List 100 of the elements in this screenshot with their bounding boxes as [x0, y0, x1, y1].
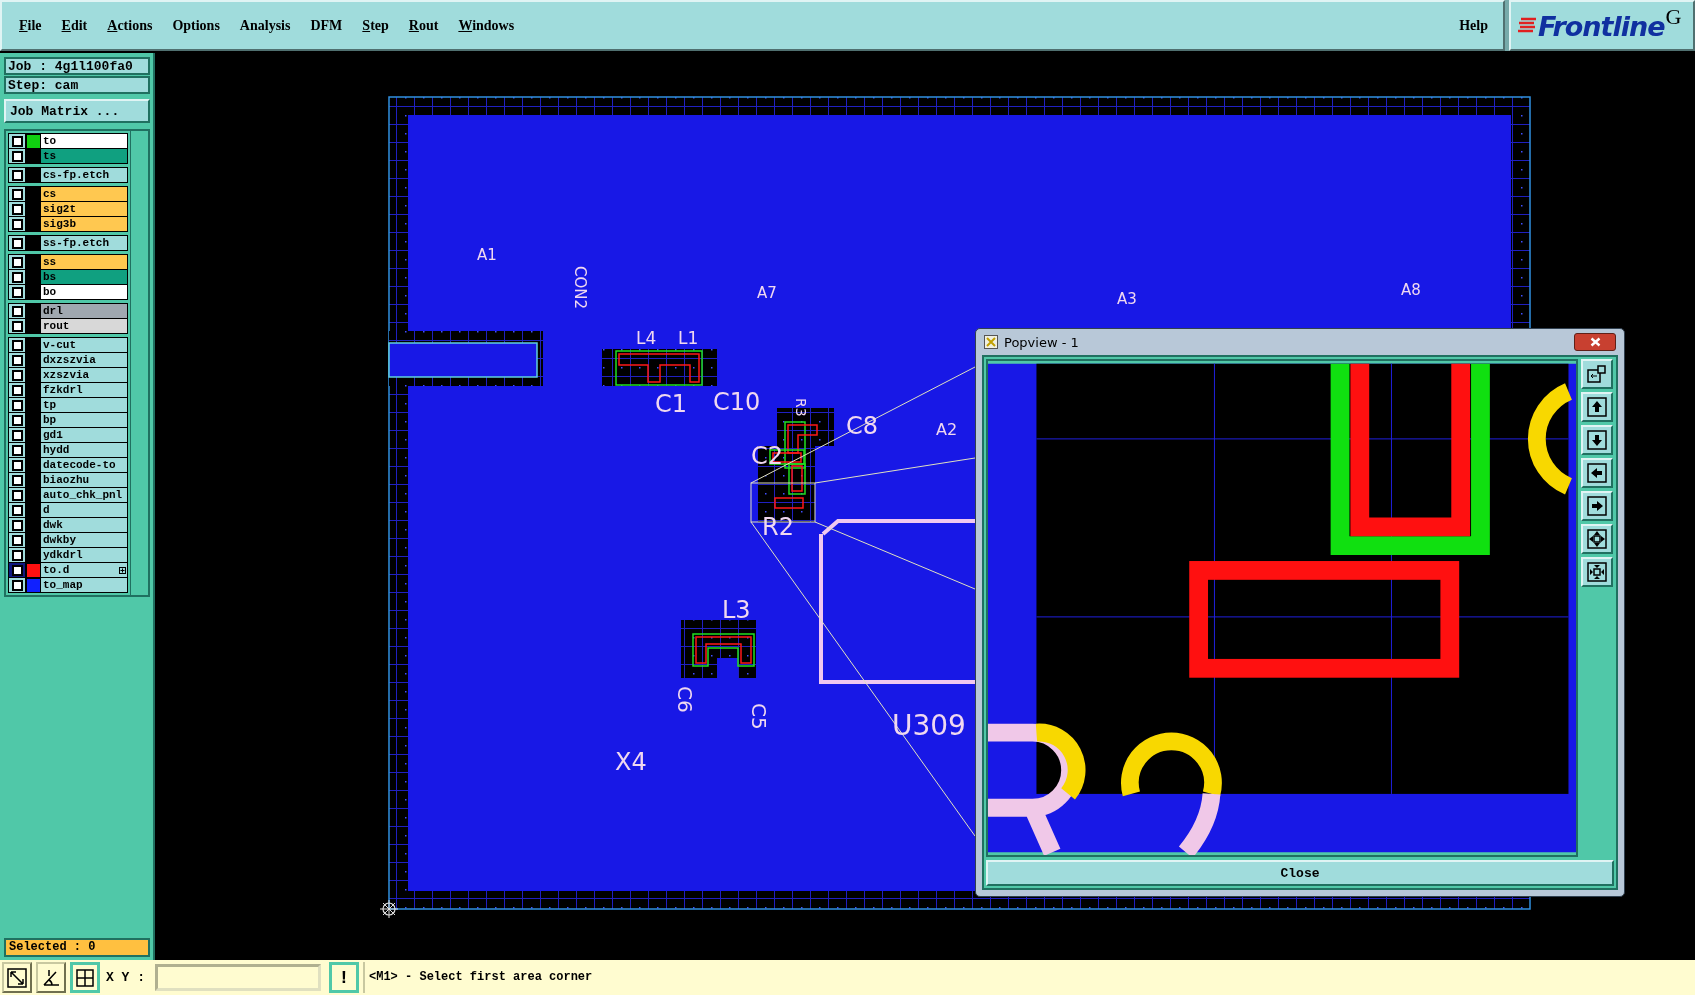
layer-name[interactable]: bp [41, 413, 127, 427]
job-matrix-button[interactable]: Job Matrix ... [4, 99, 150, 123]
window-title: Popview - 1 [1004, 334, 1079, 350]
layer-checkbox[interactable] [9, 304, 25, 318]
layer-checkbox[interactable] [9, 149, 25, 163]
layer-checkbox[interactable] [9, 488, 25, 502]
coordinate-field[interactable] [155, 964, 321, 991]
layer-checkbox[interactable] [9, 383, 25, 397]
menu-item[interactable]: Analysis [230, 17, 300, 34]
layer-name[interactable]: to [41, 134, 127, 148]
layer-checkbox[interactable] [9, 353, 25, 367]
layer-name[interactable]: sig3b [41, 217, 127, 231]
layer-name[interactable]: to_map [41, 578, 127, 592]
menu-item[interactable]: Options [163, 17, 229, 34]
logo-text: Frontline [1538, 12, 1665, 42]
close-button[interactable]: Close [986, 860, 1614, 886]
layer-checkbox[interactable] [9, 202, 25, 216]
layer-name[interactable]: to.d [41, 563, 127, 577]
pan-up-button[interactable] [1581, 392, 1614, 422]
layer-name[interactable]: xzszvia [41, 368, 127, 382]
silkscreen-label: X4 [615, 748, 647, 776]
menu-item[interactable]: DFM [301, 17, 352, 34]
menu-item[interactable]: File [10, 17, 51, 34]
silkscreen-label: A2 [936, 420, 958, 439]
logo-suffix: G [1665, 4, 1682, 30]
layer-checkbox[interactable] [9, 563, 25, 577]
layer-name[interactable]: fzkdrl [41, 383, 127, 397]
layer-name[interactable]: bs [41, 270, 127, 284]
layer-name[interactable]: cs-fp.etch [41, 168, 127, 182]
silkscreen-label: R3 [793, 398, 809, 417]
arrow-up-icon [1587, 397, 1608, 417]
layer-name[interactable]: ydkdrl [41, 548, 127, 562]
layer-name[interactable]: dwkby [41, 533, 127, 547]
layer-checkbox[interactable] [9, 319, 25, 333]
menu-item[interactable]: Windows [449, 17, 524, 34]
menu-item[interactable]: Edit [52, 17, 97, 34]
layer-name[interactable]: d [41, 503, 127, 517]
layer-checkbox[interactable] [9, 503, 25, 517]
layer-checkbox[interactable] [9, 134, 25, 148]
zoom-out-button[interactable] [1581, 557, 1614, 587]
layer-checkbox[interactable] [9, 413, 25, 427]
layer-name[interactable]: hydd [41, 443, 127, 457]
layer-name[interactable]: ss [41, 255, 127, 269]
layer-checkbox[interactable] [9, 398, 25, 412]
layer-name[interactable]: sig2t [41, 202, 127, 216]
layer-checkbox[interactable] [9, 578, 25, 592]
pan-left-button[interactable] [1581, 458, 1614, 488]
layer-name[interactable]: cs [41, 187, 127, 201]
layer-name[interactable]: rout [41, 319, 127, 333]
layer-checkbox[interactable] [9, 548, 25, 562]
layer-checkbox[interactable] [9, 428, 25, 442]
close-button[interactable] [1574, 333, 1616, 351]
menu-item[interactable]: Rout [399, 17, 448, 34]
angle-button[interactable] [36, 962, 66, 993]
silkscreen-label: CON2 [571, 266, 589, 310]
layer-checkbox[interactable] [9, 473, 25, 487]
silkscreen-label: A7 [757, 284, 777, 302]
layer-name[interactable]: bo [41, 285, 127, 299]
warning-button[interactable]: ! [329, 962, 359, 993]
layer-name[interactable]: datecode-to [41, 458, 127, 472]
help-menu[interactable]: Help [1450, 17, 1497, 34]
layer-checkbox[interactable] [9, 518, 25, 532]
layer-checkbox[interactable] [9, 443, 25, 457]
layer-name[interactable]: drl [41, 304, 127, 318]
layer-checkbox[interactable] [9, 270, 25, 284]
layer-checkbox[interactable] [9, 338, 25, 352]
layer-checkbox[interactable] [9, 217, 25, 231]
view-tool-button[interactable] [1581, 359, 1614, 389]
layer-name[interactable]: auto_chk_pnl [41, 488, 127, 502]
layer-name[interactable]: dxzszvia [41, 353, 127, 367]
layer-name[interactable]: v-cut [41, 338, 127, 352]
layer-checkbox[interactable] [9, 168, 25, 182]
grid-icon [75, 967, 95, 988]
layer-name[interactable]: ts [41, 149, 127, 163]
close-icon [1589, 337, 1601, 347]
diagonal-arrow-icon [7, 967, 27, 988]
origin-icon [379, 899, 399, 919]
layer-name[interactable]: gd1 [41, 428, 127, 442]
layer-checkbox[interactable] [9, 533, 25, 547]
layer-checkbox[interactable] [9, 458, 25, 472]
angle-icon [41, 967, 61, 988]
layer-name[interactable]: ss-fp.etch [41, 236, 127, 250]
menu-item[interactable]: Actions [98, 17, 162, 34]
measure-button[interactable] [2, 962, 32, 993]
layer-name[interactable]: tp [41, 398, 127, 412]
pan-right-button[interactable] [1581, 491, 1614, 521]
selected-count: Selected : 0 [4, 938, 150, 957]
layer-checkbox[interactable] [9, 236, 25, 250]
menu-item[interactable]: Step [353, 17, 398, 34]
grid-button[interactable] [70, 962, 100, 993]
layer-checkbox[interactable] [9, 285, 25, 299]
silkscreen-label: C5 [747, 703, 771, 730]
layer-checkbox[interactable] [9, 187, 25, 201]
layer-checkbox[interactable] [9, 255, 25, 269]
layer-checkbox[interactable] [9, 368, 25, 382]
pan-down-button[interactable] [1581, 425, 1614, 455]
layer-name[interactable]: biaozhu [41, 473, 127, 487]
layer-name[interactable]: dwk [41, 518, 127, 532]
zoom-in-button[interactable] [1581, 524, 1614, 554]
silkscreen-label: L4 [636, 328, 657, 348]
